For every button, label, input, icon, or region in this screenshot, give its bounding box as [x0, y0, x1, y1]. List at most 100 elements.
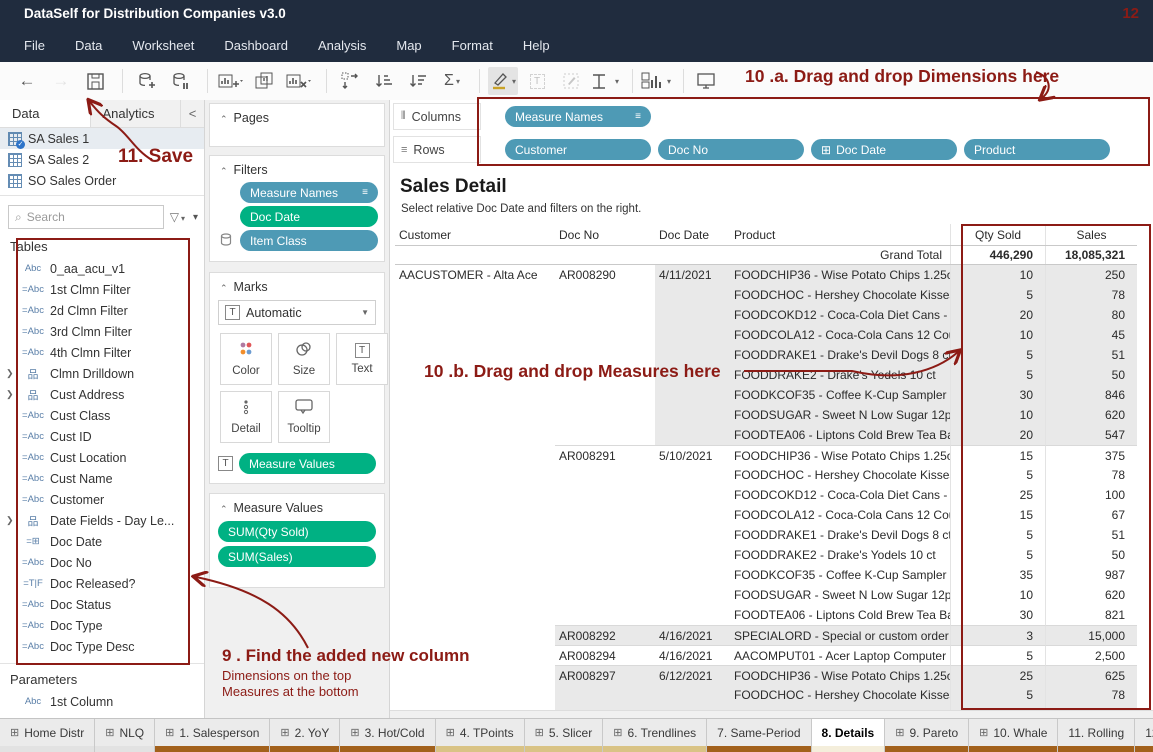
- forward-icon[interactable]: →: [46, 67, 76, 95]
- table-row[interactable]: FOODCOLA12 - Coca-Cola Cans 12 Count1567: [395, 505, 1137, 525]
- field-doc-no[interactable]: =AbcDoc No: [0, 552, 204, 573]
- horizontal-scrollbar[interactable]: [390, 710, 1153, 718]
- table-row[interactable]: FOODSUGAR - Sweet N Low Sugar 12pk10620: [395, 585, 1137, 605]
- menu-item-help[interactable]: Help: [523, 38, 550, 53]
- sheet-tab-8-details[interactable]: 8. Details: [812, 719, 886, 752]
- sheet-tab-9-pareto[interactable]: ⊞9. Pareto: [885, 719, 969, 752]
- drop-lines-icon[interactable]: ▾: [590, 67, 620, 95]
- back-icon[interactable]: ←: [12, 67, 42, 95]
- mark-button-tooltip[interactable]: Tooltip: [278, 391, 330, 443]
- sheet-tab-1-salesperson[interactable]: ⊞1. Salesperson: [155, 719, 270, 752]
- field-0-aa-acu-v1[interactable]: Abc0_aa_acu_v1: [0, 258, 204, 279]
- table-row[interactable]: AR0082944/16/2021AACOMPUT01 - Acer Lapto…: [395, 645, 1137, 665]
- table-row[interactable]: FOODCOKD12 - Coca-Cola Diet Cans - 12 pa…: [395, 305, 1137, 325]
- data-source-so-sales-order[interactable]: SO Sales Order: [0, 170, 204, 191]
- annotate-icon[interactable]: [556, 67, 586, 95]
- menu-item-data[interactable]: Data: [75, 38, 102, 53]
- shelf-pill-doc-no[interactable]: Doc No: [658, 139, 804, 160]
- field-2d-clmn-filter[interactable]: =Abc2d Clmn Filter: [0, 300, 204, 321]
- table-row[interactable]: FOODCHOC - Hershey Chocolate Kisses 3.5.…: [395, 685, 1137, 705]
- field-cust-class[interactable]: =AbcCust Class: [0, 405, 204, 426]
- field-doc-status[interactable]: =AbcDoc Status: [0, 594, 204, 615]
- text-format-icon[interactable]: T: [522, 67, 552, 95]
- new-datasource-icon[interactable]: [131, 67, 161, 95]
- table-row[interactable]: FOODSUGAR - Sweet N Low Sugar 12pk10620: [395, 405, 1137, 425]
- highlight-icon[interactable]: ▾: [488, 67, 518, 95]
- field-customer[interactable]: =AbcCustomer: [0, 489, 204, 510]
- field-3rd-clmn-filter[interactable]: =Abc3rd Clmn Filter: [0, 321, 204, 342]
- table-row[interactable]: AR0082915/10/2021FOODCHIP36 - Wise Potat…: [395, 445, 1137, 465]
- table-row[interactable]: FOODCOLA12 - Coca-Cola Cans 12 Count1045: [395, 325, 1137, 345]
- save-icon[interactable]: [80, 67, 110, 95]
- field-1st-column[interactable]: Abc1st Column: [0, 691, 204, 712]
- sort-descending-icon[interactable]: [403, 67, 433, 95]
- mark-button-color[interactable]: Color: [220, 333, 272, 385]
- sheet-tab-4-tpoints[interactable]: ⊞4. TPoints: [436, 719, 525, 752]
- collapse-chevron-icon[interactable]: ⌃: [220, 166, 228, 176]
- field-clmn-drilldown[interactable]: ❯品Clmn Drilldown: [0, 363, 204, 384]
- mark-button-size[interactable]: Size: [278, 333, 330, 385]
- menu-item-worksheet[interactable]: Worksheet: [132, 38, 194, 53]
- search-input[interactable]: ⌕ Search: [8, 205, 164, 229]
- table-row[interactable]: AACUSTOMER - Alta AceAR0082904/11/2021FO…: [395, 265, 1137, 285]
- presentation-mode-icon[interactable]: [692, 67, 722, 95]
- table-row[interactable]: AR0082924/16/2021SPECIALORD - Special or…: [395, 625, 1137, 645]
- measure-values-pill[interactable]: Measure Values: [239, 453, 376, 474]
- swap-axes-icon[interactable]: [335, 67, 365, 95]
- table-row[interactable]: FOODKCOF35 - Coffee K-Cup Sampler Coff..…: [395, 565, 1137, 585]
- table-row[interactable]: FOODDRAKE2 - Drake's Yodels 10 ct550: [395, 545, 1137, 565]
- shelf-pill-customer[interactable]: Customer: [505, 139, 651, 160]
- field-4th-clmn-filter[interactable]: =Abc4th Clmn Filter: [0, 342, 204, 363]
- sheet-tab-11-rolling[interactable]: 11. Rolling: [1058, 719, 1135, 752]
- measure-pill-sum-qty-sold-[interactable]: SUM(Qty Sold): [218, 521, 376, 542]
- sheet-tab-12-to[interactable]: 12. To: [1135, 719, 1153, 752]
- collapse-chevron-icon[interactable]: ⌃: [220, 283, 228, 293]
- collapse-chevron-icon[interactable]: ⌃: [220, 114, 228, 124]
- table-row[interactable]: FOODDRAKE1 - Drake's Devil Dogs 8 ct551: [395, 525, 1137, 545]
- filter-pill-doc-date[interactable]: Doc Date: [240, 206, 378, 227]
- tab-data[interactable]: Data: [0, 100, 90, 127]
- sheet-tab-nlq[interactable]: ⊞NLQ: [95, 719, 155, 752]
- pause-updates-icon[interactable]: [165, 67, 195, 95]
- pane-options-caret-icon[interactable]: ▾: [193, 212, 198, 223]
- field-cust-location[interactable]: =AbcCust Location: [0, 447, 204, 468]
- menu-item-file[interactable]: File: [24, 38, 45, 53]
- field-cust-id[interactable]: =AbcCust ID: [0, 426, 204, 447]
- sheet-tab-10-whale[interactable]: ⊞10. Whale: [969, 719, 1058, 752]
- field-date-fields-day-le-[interactable]: ❯品Date Fields - Day Le...: [0, 510, 204, 531]
- measure-pill-sum-sales-[interactable]: SUM(Sales): [218, 546, 376, 567]
- table-row[interactable]: FOODTEA06 - Liptons Cold Brew Tea Bags .…: [395, 605, 1137, 625]
- filter-pill-item-class[interactable]: Item Class: [240, 230, 378, 251]
- shelf-pill-doc-date[interactable]: ⊞Doc Date: [811, 139, 957, 160]
- sheet-tab-2-yoy[interactable]: ⊞2. YoY: [270, 719, 340, 752]
- sheet-tab-3-hot-cold[interactable]: ⊞3. Hot/Cold: [340, 719, 435, 752]
- mark-button-text[interactable]: TText: [336, 333, 388, 385]
- sheet-tab-7-same-period[interactable]: 7. Same-Period: [707, 719, 811, 752]
- menu-item-map[interactable]: Map: [396, 38, 421, 53]
- field-doc-type[interactable]: =AbcDoc Type: [0, 615, 204, 636]
- table-row[interactable]: FOODCOKD12 - Coca-Cola Diet Cans - 12 pa…: [395, 485, 1137, 505]
- sort-ascending-icon[interactable]: [369, 67, 399, 95]
- new-worksheet-icon[interactable]: [216, 67, 246, 95]
- mark-type-dropdown[interactable]: T Automatic ▼: [218, 300, 376, 325]
- field-doc-type-desc[interactable]: =AbcDoc Type Desc: [0, 636, 204, 657]
- expand-icon[interactable]: ❯: [6, 368, 16, 379]
- sheet-tab-5-slicer[interactable]: ⊞5. Slicer: [525, 719, 604, 752]
- field-cust-address[interactable]: ❯品Cust Address: [0, 384, 204, 405]
- duplicate-sheet-icon[interactable]: [250, 67, 280, 95]
- table-row[interactable]: AR0082976/12/2021FOODCHIP36 - Wise Potat…: [395, 665, 1137, 685]
- field-doc-date[interactable]: =⊞Doc Date: [0, 531, 204, 552]
- sheet-tab-home-distr[interactable]: ⊞Home Distr: [0, 719, 95, 752]
- sheet-tab-6-trendlines[interactable]: ⊞6. Trendlines: [603, 719, 707, 752]
- table-row[interactable]: FOODCHOC - Hershey Chocolate Kisses 3.5.…: [395, 465, 1137, 485]
- filter-pill-measure-names[interactable]: Measure Names≡: [240, 182, 378, 203]
- show-me-icon[interactable]: ▾: [641, 67, 671, 95]
- shelf-pill-measure-names[interactable]: Measure Names≡: [505, 106, 651, 127]
- table-row[interactable]: FOODKCOF35 - Coffee K-Cup Sampler Coff..…: [395, 385, 1137, 405]
- field-1st-clmn-filter[interactable]: =Abc1st Clmn Filter: [0, 279, 204, 300]
- mark-button-detail[interactable]: Detail: [220, 391, 272, 443]
- filter-fields-icon[interactable]: ▽▾: [170, 210, 185, 224]
- rows-shelf[interactable]: ≡Rows CustomerDoc No⊞Doc DateProduct: [390, 133, 1153, 166]
- columns-shelf[interactable]: ⫴Columns Measure Names≡: [390, 100, 1153, 133]
- menu-item-analysis[interactable]: Analysis: [318, 38, 366, 53]
